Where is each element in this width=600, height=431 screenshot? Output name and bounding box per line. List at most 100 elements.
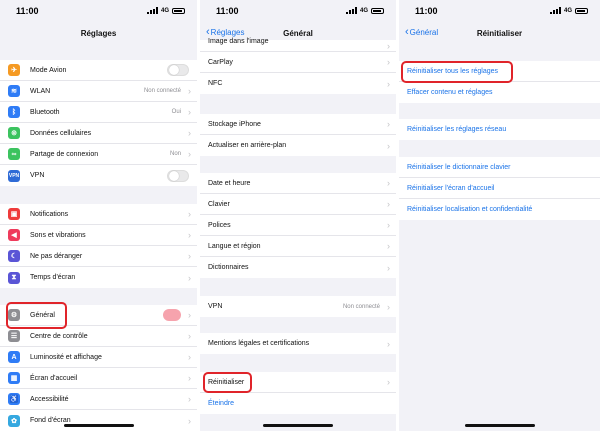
row-do-not-disturb[interactable]: ☾ Ne pas déranger › xyxy=(0,246,197,267)
row-home-screen[interactable]: ▦ Écran d'accueil › xyxy=(0,368,197,389)
row-nfc[interactable]: NFC › xyxy=(200,73,396,94)
row-screen-time[interactable]: ⧗ Temps d'écran › xyxy=(0,267,197,288)
row-airplane-mode[interactable]: ✈ Mode Avion xyxy=(0,60,197,81)
row-label: Sons et vibrations xyxy=(30,231,86,239)
row-storage[interactable]: Stockage iPhone › xyxy=(200,114,396,135)
highlight-reset xyxy=(203,372,252,393)
row-reset-keyboard[interactable]: Réinitialiser le dictionnaire clavier xyxy=(399,157,600,178)
row-label: VPN xyxy=(30,172,45,179)
page-title: Général xyxy=(283,29,313,38)
row-label: Mentions légales et certifications xyxy=(208,340,310,347)
nav-bar: ‹ Général Réinitialiser xyxy=(399,24,600,46)
airplane-toggle[interactable] xyxy=(167,64,189,76)
row-keyboard[interactable]: Clavier › xyxy=(200,194,396,215)
general-screen: 11:00 4G ‹ Réglages Général Image dans l'… xyxy=(200,0,396,431)
row-wallpaper[interactable]: ✿ Fond d'écran › xyxy=(0,410,197,431)
status-bar: 11:00 4G xyxy=(0,0,197,24)
chevron-right-icon: › xyxy=(188,415,191,426)
vpn-toggle[interactable] xyxy=(167,169,189,182)
row-label: Centre de contrôle xyxy=(30,332,88,340)
chevron-right-icon: › xyxy=(387,262,390,273)
row-reset-location[interactable]: Réinitialiser localisation et confidenti… xyxy=(399,199,600,220)
notifications-group: ▣ Notifications › ◀ Sons et vibrations ›… xyxy=(0,204,197,288)
panel-divider xyxy=(396,0,399,431)
status-bar: 11:00 4G xyxy=(399,0,600,24)
flower-icon: ✿ xyxy=(8,414,20,427)
row-vpn[interactable]: VPN VPN xyxy=(0,165,197,186)
row-hotspot[interactable]: ∞ Partage de connexion Non › xyxy=(0,144,197,165)
chevron-right-icon: › xyxy=(188,149,191,159)
language-group: Date et heure › Clavier › Polices › Lang… xyxy=(200,173,396,278)
row-reset-home[interactable]: Réinitialiser l'écran d'accueil xyxy=(399,178,600,199)
carplay-group: Image dans l'image › CarPlay › NFC › xyxy=(200,38,396,94)
row-label: NFC xyxy=(208,80,223,87)
row-label: Langue et région xyxy=(208,242,261,250)
row-cellular[interactable]: ⊚ Données cellulaires › xyxy=(0,123,197,144)
home-indicator xyxy=(63,424,134,427)
row-vpn[interactable]: VPN Non connecté › xyxy=(200,296,396,317)
row-label: Bluetooth xyxy=(30,108,60,116)
row-sounds[interactable]: ◀ Sons et vibrations › xyxy=(0,225,197,246)
status-time: 11:00 xyxy=(216,6,239,16)
signal-icon xyxy=(549,7,561,14)
row-legal[interactable]: Mentions légales et certifications › xyxy=(200,333,396,354)
row-label: Stockage iPhone xyxy=(208,120,261,128)
row-label: Mode Avion xyxy=(30,66,67,74)
row-label: Date et heure xyxy=(208,179,251,187)
chevron-right-icon: › xyxy=(387,140,390,151)
grid-icon: ▦ xyxy=(8,372,20,384)
row-dictionaries[interactable]: Dictionnaires › xyxy=(200,257,396,278)
panel-divider xyxy=(197,0,200,431)
row-label: Réinitialiser le dictionnaire clavier xyxy=(407,163,511,171)
row-display[interactable]: A Luminosité et affichage › xyxy=(0,347,197,368)
row-label: Réinitialiser l'écran d'accueil xyxy=(407,184,495,192)
row-wlan[interactable]: ≋ WLAN Non connecté › xyxy=(0,81,197,102)
battery-icon xyxy=(371,7,384,14)
row-value: Oui xyxy=(171,109,181,115)
row-language-region[interactable]: Langue et région › xyxy=(200,236,396,257)
legal-group: Mentions légales et certifications › xyxy=(200,333,396,354)
reset-screen: 11:00 4G ‹ Général Réinitialiser Réinitia… xyxy=(399,0,600,431)
row-shutdown[interactable]: Éteindre xyxy=(200,393,396,414)
chevron-right-icon: › xyxy=(387,301,390,312)
bell-icon: ▣ xyxy=(8,208,20,220)
hotspot-icon: ∞ xyxy=(8,148,20,160)
storage-group: Stockage iPhone › Actualiser en arrière-… xyxy=(200,114,396,156)
row-erase-all[interactable]: Effacer contenu et réglages xyxy=(399,82,600,103)
notification-badge xyxy=(163,309,181,321)
network-label: 4G xyxy=(359,7,368,14)
row-label: Image dans l'image xyxy=(208,38,269,45)
reset-misc-group: Réinitialiser le dictionnaire clavier Ré… xyxy=(399,157,600,220)
row-label: Temps d'écran xyxy=(30,274,76,281)
shutdown-link: Éteindre xyxy=(208,400,235,407)
row-background-refresh[interactable]: Actualiser en arrière-plan › xyxy=(200,135,396,156)
chevron-right-icon: › xyxy=(387,78,390,89)
chevron-right-icon: › xyxy=(188,86,191,96)
row-label: Données cellulaires xyxy=(30,129,92,137)
connectivity-group: ✈ Mode Avion ≋ WLAN Non connecté › ᛒ Blu… xyxy=(0,60,197,186)
row-label: Clavier xyxy=(208,200,230,208)
row-date-time[interactable]: Date et heure › xyxy=(200,173,396,194)
antenna-icon: ⊚ xyxy=(8,127,20,139)
row-bluetooth[interactable]: ᛒ Bluetooth Oui › xyxy=(0,102,197,123)
row-carplay[interactable]: CarPlay › xyxy=(200,52,396,73)
row-fonts[interactable]: Polices › xyxy=(200,215,396,236)
chevron-right-icon: › xyxy=(387,338,390,349)
signal-icon xyxy=(345,7,357,14)
chevron-right-icon: › xyxy=(387,41,390,51)
chevron-right-icon: › xyxy=(387,241,390,251)
row-label: Polices xyxy=(208,221,231,229)
status-bar: 11:00 4G xyxy=(200,0,396,24)
row-label: Effacer contenu et réglages xyxy=(407,89,493,96)
chevron-right-icon: › xyxy=(188,373,191,383)
row-label: Ne pas déranger xyxy=(30,252,83,260)
row-notifications[interactable]: ▣ Notifications › xyxy=(0,204,197,225)
chevron-right-icon: › xyxy=(188,230,191,240)
battery-icon xyxy=(575,7,588,14)
row-control-center[interactable]: ☰ Centre de contrôle › xyxy=(0,326,197,347)
row-accessibility[interactable]: ♿ Accessibilité › xyxy=(0,389,197,410)
chevron-right-icon: › xyxy=(188,394,191,404)
row-reset-network[interactable]: Réinitialiser les réglages réseau xyxy=(399,119,600,140)
brightness-icon: A xyxy=(8,351,20,363)
row-pip-partial[interactable]: Image dans l'image › xyxy=(200,38,396,52)
